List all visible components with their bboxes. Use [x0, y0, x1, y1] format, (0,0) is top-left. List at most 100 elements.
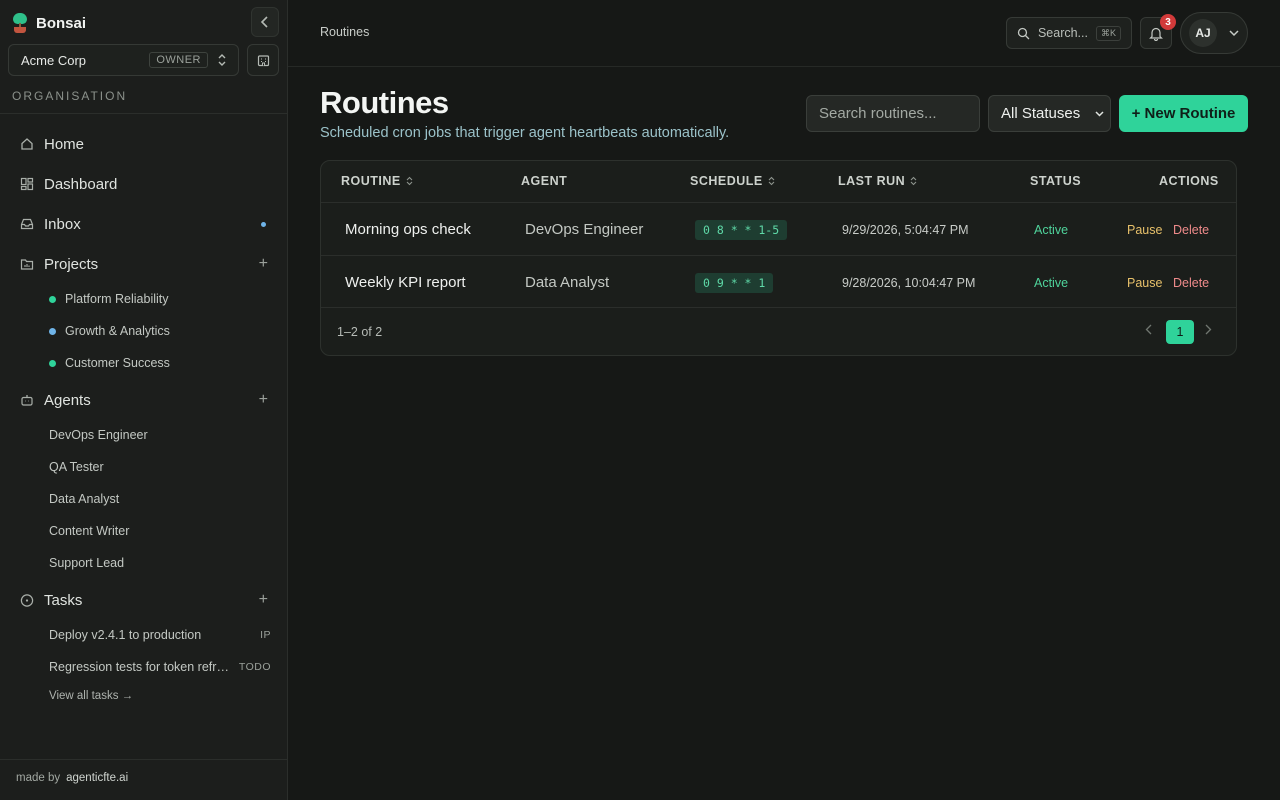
project-label: Customer Success [65, 356, 170, 370]
delete-button[interactable]: Delete [1173, 256, 1209, 309]
nav-label: Agents [44, 391, 91, 409]
agent-item[interactable]: Support Lead [49, 551, 289, 575]
pause-button[interactable]: Pause [1127, 203, 1162, 256]
section-label-organisation: ORGANISATION [12, 89, 128, 103]
project-item[interactable]: Customer Success [49, 351, 289, 375]
column-label: ROUTINE [341, 174, 401, 188]
project-label: Growth & Analytics [65, 324, 170, 338]
building-icon [257, 54, 269, 66]
agent-item[interactable]: Data Analyst [49, 487, 289, 511]
chevron-right-icon [1205, 324, 1212, 335]
nav-item-inbox[interactable]: Inbox [8, 208, 280, 240]
page-title: Routines [320, 85, 449, 120]
footer-link[interactable]: agenticfte.ai [66, 772, 128, 784]
agent-item[interactable]: DevOps Engineer [49, 423, 289, 447]
column-header-routine[interactable]: ROUTINE [341, 174, 413, 188]
column-header-schedule[interactable]: SCHEDULE [690, 174, 775, 188]
nav-item-agents[interactable]: Agents + [8, 384, 280, 416]
project-item[interactable]: Growth & Analytics [49, 319, 289, 343]
divider [0, 759, 288, 760]
project-label: Platform Reliability [65, 292, 169, 306]
add-task-icon[interactable]: + [259, 591, 268, 609]
nav-label: Inbox [44, 215, 81, 233]
previous-page-button[interactable] [1145, 322, 1152, 338]
project-dot-icon [49, 295, 56, 303]
nav-item-home[interactable]: Home [8, 128, 280, 160]
view-all-tasks-link[interactable]: View all tasks → [49, 690, 133, 702]
pagination: 1–2 of 2 1 [321, 307, 1236, 355]
column-label: AGENT [521, 174, 568, 188]
status-badge: Active [1034, 222, 1069, 237]
topbar: Routines Search... ⌘K 3 AJ [288, 0, 1280, 67]
sort-icon [406, 176, 413, 186]
agent-item[interactable]: Content Writer [49, 519, 289, 543]
delete-button[interactable]: Delete [1173, 203, 1209, 256]
breadcrumb[interactable]: Routines [320, 25, 369, 39]
nav-item-projects[interactable]: Projects + [8, 248, 280, 280]
agents-icon [20, 393, 34, 407]
add-agent-icon[interactable]: + [259, 391, 268, 409]
table-row[interactable]: Morning ops check DevOps Engineer 0 8 * … [321, 202, 1236, 256]
page-button-current[interactable]: 1 [1166, 320, 1194, 344]
chevron-updown-icon [218, 54, 226, 66]
routine-last-run: 9/28/2026, 10:04:47 PM [842, 275, 976, 290]
divider [0, 113, 288, 114]
nav-label: Projects [44, 255, 99, 273]
project-dot-icon [49, 359, 56, 367]
chevron-left-icon [1145, 324, 1152, 335]
tasks-icon [20, 593, 34, 607]
task-label: Regression tests for token refresh [49, 660, 237, 674]
column-header-last-run[interactable]: LAST RUN [838, 174, 917, 188]
routine-last-run: 9/29/2026, 5:04:47 PM [842, 222, 969, 237]
chevron-left-icon [260, 16, 268, 28]
projects-icon [20, 257, 34, 271]
next-page-button[interactable] [1205, 322, 1212, 338]
brand[interactable]: Bonsai [12, 12, 86, 34]
pagination-summary: 1–2 of 2 [337, 325, 383, 339]
status-filter-select[interactable]: All Statuses [988, 95, 1111, 132]
routine-agent: DevOps Engineer [525, 221, 644, 238]
sidebar: Bonsai Acme Corp OWNER ORGANISATION Home… [0, 0, 288, 800]
column-header-actions: ACTIONS [1159, 174, 1219, 188]
page-subtitle: Scheduled cron jobs that trigger agent h… [320, 125, 730, 141]
pause-button[interactable]: Pause [1127, 256, 1162, 309]
project-item[interactable]: Platform Reliability [49, 287, 289, 311]
nav-item-tasks[interactable]: Tasks + [8, 584, 280, 616]
search-label: Search... [1037, 26, 1088, 40]
task-item[interactable]: Deploy v2.4.1 to production IP [49, 623, 271, 647]
routines-table: ROUTINE AGENT SCHEDULE LAST RUN STATUS A… [320, 160, 1237, 356]
org-name: Acme Corp [21, 52, 87, 68]
nav-item-dashboard[interactable]: Dashboard [8, 168, 280, 200]
task-status-badge: IP [260, 629, 271, 641]
routine-search-input[interactable] [806, 95, 980, 132]
status-filter-value: All Statuses [1001, 105, 1081, 122]
add-project-icon[interactable]: + [259, 255, 268, 273]
org-switcher[interactable]: Acme Corp OWNER [8, 44, 239, 76]
sort-icon [768, 176, 775, 186]
home-icon [20, 137, 34, 151]
search-icon [1017, 27, 1030, 39]
user-menu-button[interactable]: AJ [1180, 12, 1248, 54]
routine-schedule: 0 8 * * 1-5 [695, 203, 788, 256]
new-routine-button[interactable]: + New Routine [1119, 95, 1248, 132]
project-dot-icon [49, 327, 56, 335]
table-row[interactable]: Weekly KPI report Data Analyst 0 9 * * 1… [321, 255, 1236, 309]
column-label: LAST RUN [838, 174, 906, 188]
shortcut-kbd: ⌘K [1095, 25, 1121, 41]
chevron-down-icon [1095, 110, 1104, 117]
agent-item[interactable]: QA Tester [49, 455, 289, 479]
cron-expression: 0 9 * * 1 [695, 272, 774, 293]
column-label: STATUS [1030, 174, 1082, 188]
footer-credit: made by agenticfte.ai [16, 772, 128, 784]
task-item[interactable]: Regression tests for token refresh TODO [49, 655, 271, 679]
column-header-status: STATUS [1030, 174, 1081, 188]
global-search-button[interactable]: Search... ⌘K [1006, 17, 1132, 49]
routine-name: Weekly KPI report [345, 274, 466, 291]
inbox-icon [20, 217, 34, 231]
footer-prefix: made by [16, 772, 61, 784]
org-building-button[interactable] [247, 44, 279, 76]
chevron-down-icon [1229, 29, 1239, 36]
column-label: ACTIONS [1159, 174, 1219, 188]
collapse-sidebar-button[interactable] [251, 7, 279, 37]
org-role-badge: OWNER [149, 52, 208, 68]
